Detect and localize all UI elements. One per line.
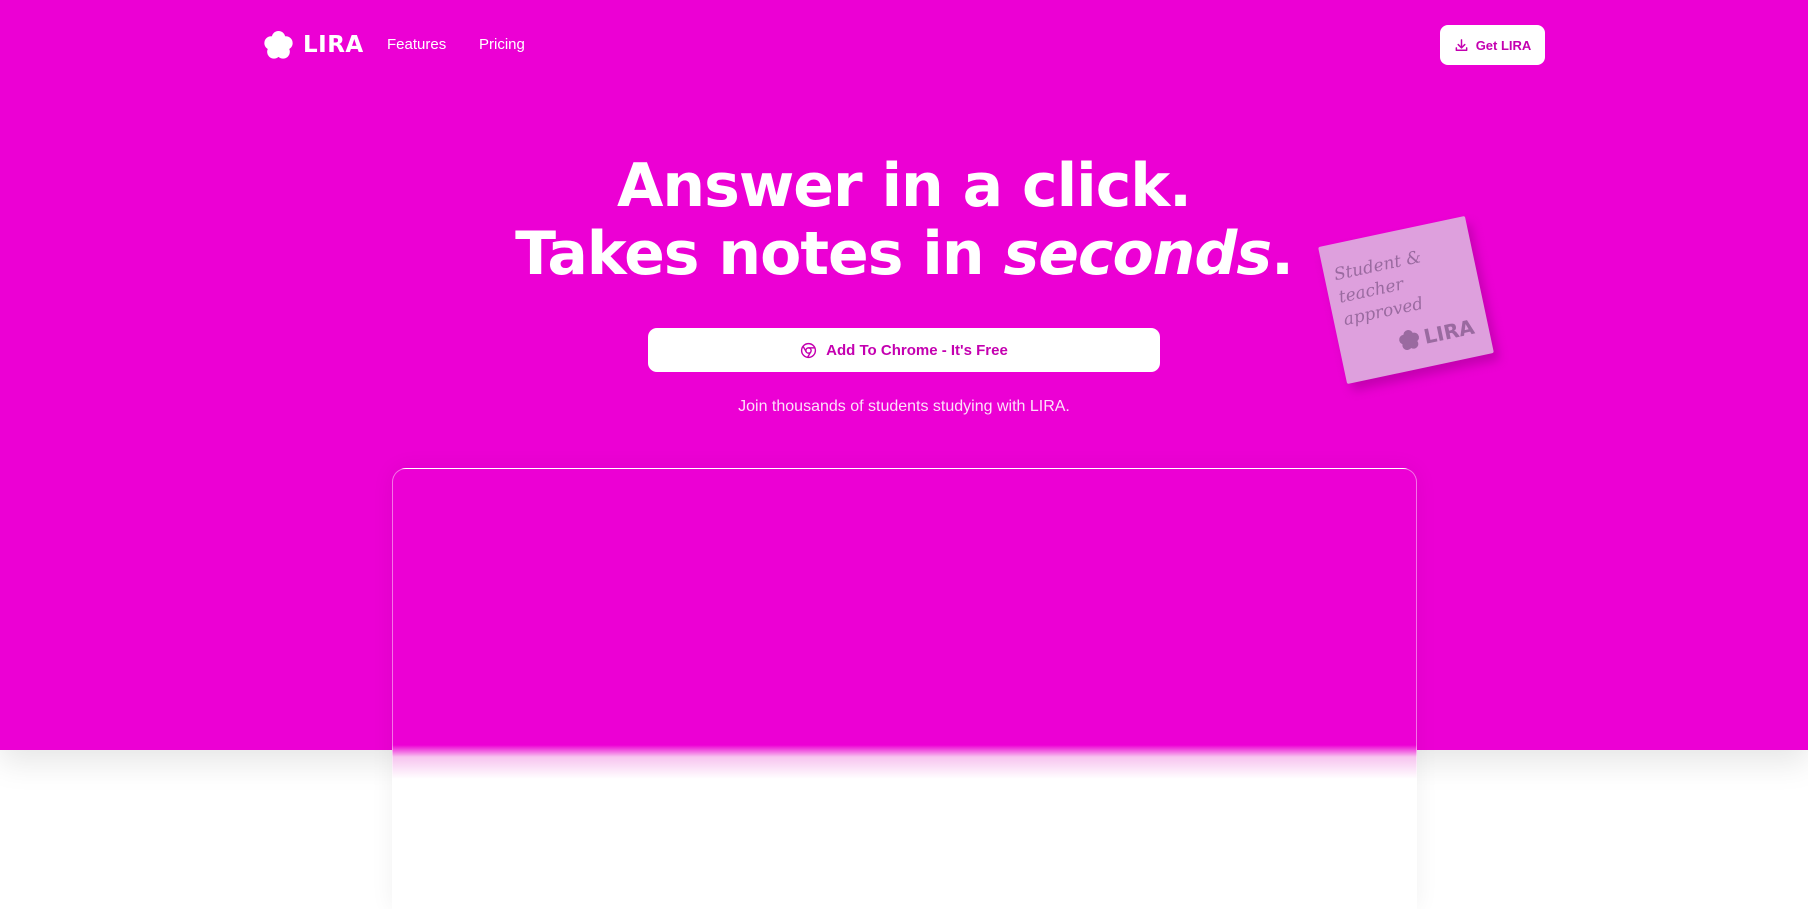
flower-icon <box>264 30 293 59</box>
headline-line-2-prefix: Takes notes in <box>515 219 1004 289</box>
hero-subtext: Join thousands of students studying with… <box>738 398 1070 415</box>
sticky-note: Student & teacher approved LIRA <box>1318 215 1494 385</box>
download-icon <box>1455 38 1468 51</box>
logo-text: LIRA <box>303 32 364 58</box>
add-to-chrome-button[interactable]: Add To Chrome - It's Free <box>648 328 1160 372</box>
nav-link-pricing[interactable]: Pricing <box>479 36 525 53</box>
headline-line-2-suffix: . <box>1271 219 1294 289</box>
sticky-note-logo-text: LIRA <box>1421 314 1477 349</box>
chrome-icon <box>801 342 817 358</box>
product-preview-frame <box>392 468 1417 909</box>
headline-line-2: Takes notes in seconds. <box>0 220 1808 288</box>
get-lira-label: Get LIRA <box>1475 37 1532 53</box>
headline-line-1: Answer in a click. <box>617 151 1192 221</box>
nav-link-features[interactable]: Features <box>387 36 446 53</box>
add-to-chrome-label: Add To Chrome - It's Free <box>826 341 1008 359</box>
sticky-note-logo: LIRA <box>1396 315 1476 355</box>
top-nav: LIRA Features Pricing Get LIRA <box>263 25 1545 65</box>
hero-headline: Answer in a click. Takes notes in second… <box>0 152 1808 288</box>
flower-icon <box>1399 329 1419 351</box>
logo[interactable]: LIRA <box>263 29 364 61</box>
get-lira-button[interactable]: Get LIRA <box>1440 25 1545 65</box>
headline-emphasis: seconds <box>1003 219 1272 289</box>
